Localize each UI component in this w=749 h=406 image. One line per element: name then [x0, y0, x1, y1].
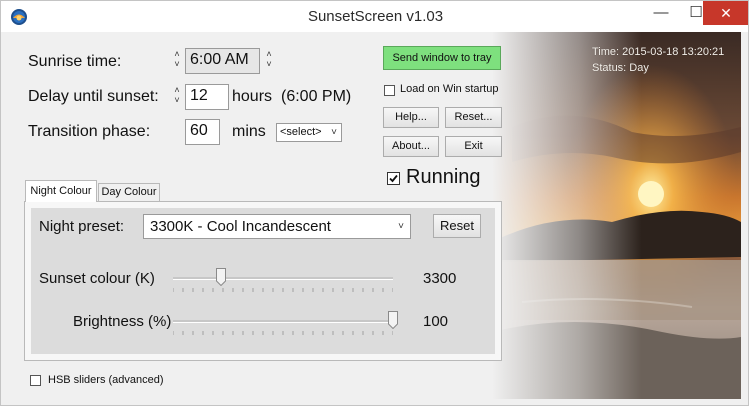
- chevron-down-icon: ˅: [398, 221, 404, 232]
- transition-label: Transition phase:: [28, 123, 151, 140]
- send-to-tray-button[interactable]: Send window to tray: [383, 46, 501, 70]
- reset-button[interactable]: Reset...: [445, 107, 502, 128]
- night-preset-value: 3300K - Cool Incandescent: [150, 218, 331, 235]
- transition-mins-field[interactable]: 60: [185, 119, 220, 145]
- brightness-track[interactable]: [173, 320, 393, 323]
- sunset-colour-slider-thumb[interactable]: [216, 268, 227, 286]
- chevron-up-icon[interactable]: ˄: [171, 85, 183, 95]
- about-button[interactable]: About...: [383, 136, 439, 157]
- delay-hours-field[interactable]: 12: [185, 84, 229, 110]
- hsb-sliders-checkbox[interactable]: [30, 375, 41, 386]
- sunrise-label: Sunrise time:: [28, 53, 122, 70]
- tab-day-colour[interactable]: Day Colour: [98, 183, 160, 202]
- chevron-down-icon: ˅: [331, 127, 337, 138]
- chevron-down-icon[interactable]: ˅: [263, 59, 275, 69]
- checkmark-icon: [389, 174, 398, 183]
- tab-night-colour[interactable]: Night Colour: [25, 180, 97, 202]
- transition-select-value: <select>: [280, 126, 322, 138]
- running-label: Running: [406, 166, 481, 188]
- night-preset-label: Night preset:: [39, 218, 125, 235]
- brightness-slider-thumb[interactable]: [388, 311, 398, 329]
- preset-reset-button[interactable]: Reset: [433, 214, 481, 238]
- sunrise-time-field[interactable]: 6:00 AM: [185, 48, 260, 74]
- main-content: Time: 2015-03-18 13:20:21 Status: Day Su…: [10, 32, 741, 399]
- chevron-up-icon[interactable]: ˄: [171, 49, 183, 59]
- preset-row: Night preset: 3300K - Cool Incandescent …: [31, 208, 495, 246]
- chevron-down-icon[interactable]: ˅: [171, 95, 183, 105]
- sunset-photo: [492, 32, 741, 399]
- brightness-value: 100: [423, 313, 449, 330]
- delay-label: Delay until sunset:: [28, 88, 159, 105]
- delay-spinner[interactable]: ˄ ˅: [171, 85, 183, 105]
- night-preset-select[interactable]: 3300K - Cool Incandescent ˅: [143, 214, 411, 239]
- app-window: SunsetScreen v1.03 — ☐ ✕ Time: 2015-03-1…: [0, 0, 749, 406]
- exit-button[interactable]: Exit: [445, 136, 502, 157]
- sunrise-spinner-right[interactable]: ˄ ˅: [263, 49, 275, 69]
- brightness-label: Brightness (%): [73, 313, 172, 330]
- chevron-down-icon[interactable]: ˅: [171, 59, 183, 69]
- transition-select[interactable]: <select> ˅: [276, 123, 342, 142]
- chevron-up-icon[interactable]: ˄: [263, 49, 275, 59]
- sunset-colour-label: Sunset colour (K): [39, 270, 155, 287]
- load-on-startup-label: Load on Win startup: [400, 83, 499, 95]
- status-state: Status: Day: [592, 62, 649, 74]
- transition-unit-label: mins: [232, 123, 266, 140]
- status-time: Time: 2015-03-18 13:20:21: [592, 46, 725, 58]
- sunrise-spinner[interactable]: ˄ ˅: [171, 49, 183, 69]
- delay-unit-label: hours: [232, 88, 273, 105]
- minimize-button[interactable]: —: [644, 1, 678, 25]
- brightness-ticks: [173, 331, 393, 335]
- sunset-colour-track[interactable]: [173, 277, 393, 280]
- sunset-time-label: (6:00 PM): [281, 88, 352, 105]
- title-bar[interactable]: SunsetScreen v1.03 — ☐ ✕: [1, 1, 748, 32]
- hsb-sliders-label: HSB sliders (advanced): [48, 374, 164, 386]
- load-on-startup-checkbox[interactable]: [384, 85, 395, 96]
- help-button[interactable]: Help...: [383, 107, 439, 128]
- running-checkbox[interactable]: [387, 172, 400, 185]
- close-button[interactable]: ✕: [703, 1, 748, 25]
- sunset-colour-ticks: [173, 288, 393, 292]
- night-colour-panel: Night preset: 3300K - Cool Incandescent …: [24, 201, 502, 361]
- slider-area: Sunset colour (K) 3300 Brightness (%) 10…: [31, 246, 495, 354]
- window-title: SunsetScreen v1.03: [307, 8, 444, 25]
- sunset-colour-value: 3300: [423, 270, 457, 287]
